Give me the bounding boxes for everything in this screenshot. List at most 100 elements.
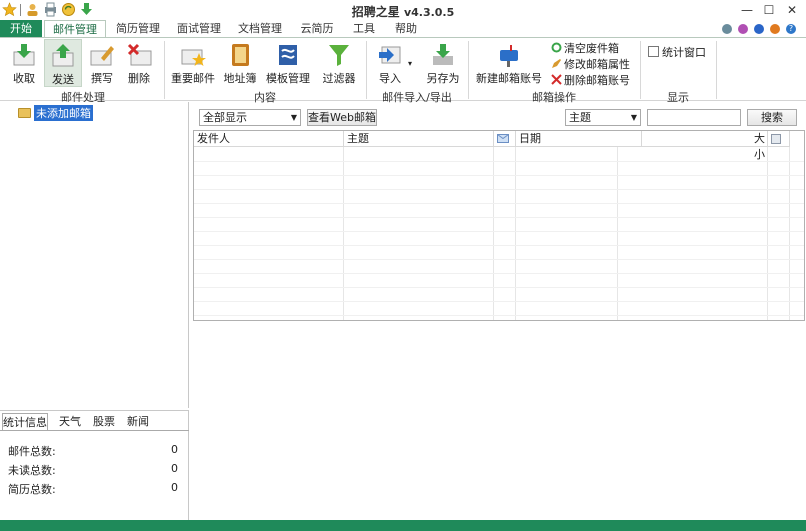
grid-row-line	[194, 273, 804, 274]
maximize-button[interactable]: ☐	[758, 1, 780, 19]
column-header-attachment[interactable]	[494, 131, 516, 147]
save-as-button[interactable]: 另存为	[424, 39, 462, 87]
import-button[interactable]: 导入	[372, 39, 408, 87]
search-button[interactable]: 搜索	[747, 109, 797, 126]
grid-row-line	[194, 189, 804, 190]
grid-column	[516, 147, 618, 320]
tab-tools[interactable]: 工具	[346, 20, 382, 37]
chevron-down-icon: ▼	[290, 113, 297, 122]
tab-weather[interactable]: 天气	[54, 413, 86, 430]
search-input[interactable]	[647, 109, 741, 126]
group-label-mailbox-ops: 邮箱操作	[532, 91, 576, 104]
grid-row-line	[194, 231, 804, 232]
group-label-import-export: 邮件导入/导出	[382, 91, 452, 104]
grid-column	[344, 147, 494, 320]
ribbon-tab-bar: 开始 邮件管理 简历管理 面试管理 文档管理 云简历 工具 帮助 ?	[0, 20, 806, 37]
title-bar: 招聘之星 v4.3.0.5 — ☐ ✕	[0, 0, 806, 20]
group-divider	[716, 41, 717, 99]
send-button[interactable]: 发送	[44, 39, 82, 87]
column-header-date[interactable]: 日期	[516, 131, 642, 147]
grid-column	[618, 147, 768, 320]
tab-help[interactable]: 帮助	[388, 20, 424, 37]
group-divider	[164, 41, 165, 99]
group-label-content: 内容	[254, 91, 276, 104]
send-mail-icon	[50, 43, 76, 69]
group-divider	[640, 41, 641, 99]
tab-document-management[interactable]: 文档管理	[232, 20, 288, 37]
receive-button[interactable]: 收取	[6, 39, 42, 87]
info-panel: 统计信息 天气 股票 新闻 邮件总数: 0 未读总数: 0 简历总数: 0	[0, 410, 189, 520]
display-filter-select[interactable]: 全部显示 ▼	[199, 109, 301, 126]
recycle-icon	[551, 42, 562, 53]
tab-cloud-resume[interactable]: 云简历	[294, 20, 340, 37]
column-header-flag[interactable]	[768, 131, 790, 147]
compose-button[interactable]: 撰写	[85, 39, 119, 87]
delete-account-button[interactable]: 删除邮箱账号	[551, 72, 630, 87]
grid-row-line	[194, 315, 804, 316]
template-management-button[interactable]: 模板管理	[264, 39, 312, 87]
pencil-icon	[551, 58, 562, 69]
stats-window-checkbox[interactable]: 统计窗口	[648, 44, 706, 59]
import-dropdown-arrow[interactable]: ▾	[408, 56, 412, 71]
skin-color-slate[interactable]	[722, 24, 732, 34]
group-divider	[366, 41, 367, 99]
mailbox-tree: 未添加邮箱	[0, 102, 189, 408]
tab-mail-management[interactable]: 邮件管理	[44, 20, 106, 37]
clear-trash-button[interactable]: 清空废件箱	[551, 40, 619, 55]
stat-total-mail: 邮件总数: 0	[8, 443, 178, 458]
tab-underline	[0, 430, 189, 431]
tab-start[interactable]: 开始	[0, 20, 42, 37]
tab-news[interactable]: 新闻	[122, 413, 154, 430]
view-web-mail-button[interactable]: 查看Web邮箱	[307, 109, 377, 126]
important-mail-icon	[180, 42, 206, 68]
column-header-sender[interactable]: 发件人	[194, 131, 344, 147]
grid-column	[494, 147, 516, 320]
filter-button[interactable]: 过滤器	[318, 39, 360, 87]
filter-toolbar: 全部显示 ▼ 查看Web邮箱 主题 ▼ 搜索	[193, 108, 803, 128]
tree-node-root[interactable]: 未添加邮箱	[18, 105, 93, 121]
close-button[interactable]: ✕	[781, 1, 803, 19]
grid-row-line	[194, 259, 804, 260]
grid-column	[194, 147, 344, 320]
grid-row-line	[194, 175, 804, 176]
column-header-size[interactable]: 大小	[742, 131, 768, 161]
folder-icon	[18, 108, 31, 118]
tab-stats[interactable]: 统计信息	[2, 413, 48, 430]
mail-list[interactable]: 发件人 主题 日期 大小	[193, 130, 805, 321]
status-bar	[0, 520, 806, 531]
ribbon: 收取 发送 撰写 删除 邮件处理 重要邮件 地址簿 模板管理 过滤器 内容 导入…	[0, 37, 806, 104]
skin-color-purple[interactable]	[738, 24, 748, 34]
page-icon	[771, 134, 781, 147]
grid-row-line	[194, 245, 804, 246]
envelope-icon	[497, 133, 509, 146]
help-icon[interactable]: ?	[786, 24, 796, 34]
grid-row-line	[194, 203, 804, 204]
address-book-button[interactable]: 地址簿	[221, 39, 259, 87]
important-mail-button[interactable]: 重要邮件	[170, 39, 216, 87]
grid-row-line	[194, 161, 804, 162]
column-header-subject[interactable]: 主题	[344, 131, 494, 147]
grid-row-line	[194, 301, 804, 302]
minimize-button[interactable]: —	[736, 1, 758, 19]
delete-button[interactable]: 删除	[121, 39, 157, 87]
address-book-icon	[227, 42, 253, 68]
group-label-display: 显示	[667, 91, 689, 104]
tab-stocks[interactable]: 股票	[88, 413, 120, 430]
stat-unread: 未读总数: 0	[8, 462, 178, 477]
new-account-button[interactable]: 新建邮箱账号	[476, 39, 542, 87]
receive-mail-icon	[11, 42, 37, 68]
checkbox-box	[648, 46, 659, 57]
stat-resumes: 简历总数: 0	[8, 481, 178, 496]
tab-resume-management[interactable]: 简历管理	[110, 20, 166, 37]
tab-interview-management[interactable]: 面试管理	[171, 20, 227, 37]
compose-mail-icon	[89, 42, 115, 68]
skin-color-orange[interactable]	[770, 24, 780, 34]
skin-color-blue[interactable]	[754, 24, 764, 34]
template-icon	[275, 42, 301, 68]
save-as-icon	[430, 42, 456, 68]
edit-mailbox-properties-button[interactable]: 修改邮箱属性	[551, 56, 630, 71]
filter-icon	[326, 42, 352, 68]
search-field-select[interactable]: 主题 ▼	[565, 109, 641, 126]
import-icon	[377, 42, 403, 68]
grid-row-line	[194, 217, 804, 218]
